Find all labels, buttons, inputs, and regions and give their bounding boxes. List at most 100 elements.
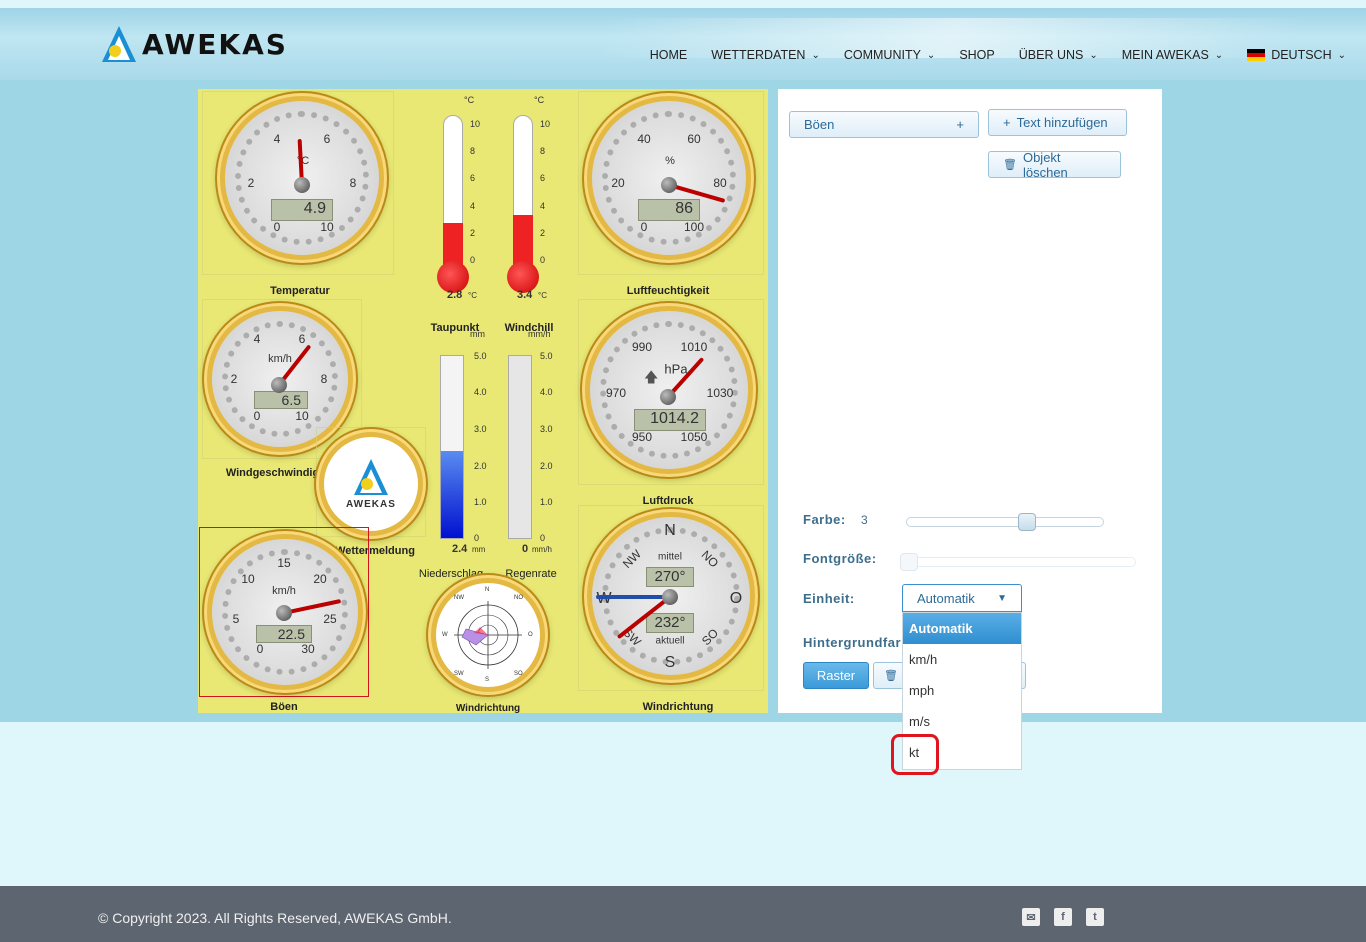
wettermeldung-widget[interactable]: AWEKAS (324, 437, 418, 531)
compass-label: N (485, 587, 490, 593)
rain-tube (508, 355, 532, 539)
temperatur-gauge[interactable]: 4 6 2 8 0 10 °C 4.9 (225, 101, 379, 255)
delete-object-label: Objekt löschen (1022, 149, 1068, 180)
einheit-option-kmh[interactable]: km/h (903, 644, 1021, 675)
nav-label: DEUTSCH (1271, 48, 1332, 62)
windrose-label: Windrichtung (455, 703, 521, 714)
boeen-gauge[interactable]: 15 10 20 5 25 0 30 km/h 22.5 (212, 539, 358, 685)
nav-wetterdaten[interactable]: WETTERDATEN ⌄ (699, 48, 832, 62)
windrose-widget[interactable]: N NO O SO S SW W NW (436, 583, 540, 687)
scale-label: 10 (320, 220, 334, 234)
mail-icon[interactable]: ✉ (1022, 908, 1040, 926)
scale-label: 970 (605, 386, 627, 400)
regenrate-gauge[interactable]: mm/h 5.0 4.0 3.0 2.0 1.0 0 0 mm/h (502, 329, 566, 555)
scale-label: 2.0 (474, 461, 487, 471)
german-flag-icon (1247, 49, 1266, 61)
slider-handle[interactable] (1018, 513, 1036, 531)
trash-icon: 🗑 (884, 670, 898, 682)
gauge-hub (660, 389, 676, 405)
gauge-unit: km/h (268, 353, 292, 365)
add-text-button[interactable]: + Text hinzufügen (988, 109, 1127, 136)
farbe-slider[interactable] (906, 513, 1104, 531)
compass-label: N (664, 522, 676, 539)
windchill-value: 3.4 (517, 289, 533, 301)
logo-text: AWEKAS (346, 499, 396, 510)
scale-label: 10 (540, 119, 551, 129)
windchill-thermometer[interactable]: °C 10 8 6 4 2 0 3.4 °C (500, 95, 560, 315)
nav-label: SHOP (959, 48, 995, 62)
scale-label: 0 (540, 533, 546, 543)
luftdruck-gauge[interactable]: 990 1010 970 1030 950 1050 hPa 🡅 1014.2 (590, 311, 748, 469)
gauge-hub (662, 589, 678, 605)
compass-label: SO (514, 671, 523, 677)
option-label: m/s (909, 714, 930, 729)
fontgroesse-slider[interactable] (900, 553, 1136, 571)
temperatur-value: 4.9 (271, 199, 333, 221)
scale-label: 3.0 (474, 424, 487, 434)
scale-label: 6 (323, 132, 331, 146)
mean-direction-value: 270° (646, 567, 694, 587)
einheit-option-automatik[interactable]: Automatik (903, 613, 1021, 644)
rain-unit: mm/h (528, 329, 551, 339)
raster-label: Raster (816, 668, 856, 683)
scale-label: 0 (470, 255, 476, 265)
scale-label: 6 (298, 332, 306, 346)
add-text-label: Text hinzufügen (1016, 115, 1108, 130)
slider-handle[interactable] (900, 553, 918, 571)
nav-ueber-uns[interactable]: ÜBER UNS ⌄ (1007, 48, 1110, 62)
luftdruck-value: 1014.2 (634, 409, 706, 431)
scale-label: 0 (640, 220, 648, 234)
facebook-icon[interactable]: f (1054, 908, 1072, 926)
scale-label: 4 (470, 201, 476, 211)
site-footer: © Copyright 2023. All Rights Reserved, A… (0, 886, 1366, 942)
einheit-option-mph[interactable]: mph (903, 675, 1021, 706)
raster-button[interactable]: Raster (803, 662, 869, 689)
nav-home[interactable]: HOME (638, 48, 700, 62)
scale-label: 950 (631, 430, 653, 444)
element-select[interactable]: Böen + (789, 111, 979, 138)
awekas-logo[interactable]: AWEKAS (100, 24, 288, 64)
scale-label: 1050 (680, 430, 708, 444)
einheit-label: Einheit: (803, 591, 855, 606)
nav-mein-awekas[interactable]: MEIN AWEKAS ⌄ (1110, 48, 1235, 62)
nav-language[interactable]: DEUTSCH ⌄ (1235, 48, 1358, 62)
scale-label: 1.0 (474, 497, 487, 507)
scale-label: 2 (247, 176, 255, 190)
scale-label: 100 (683, 220, 705, 234)
scale-label: 30 (301, 642, 315, 656)
caret-down-icon: ▼ (997, 592, 1007, 604)
scale-label: 1.0 (540, 497, 553, 507)
niederschlag-gauge[interactable]: mm 5.0 4.0 3.0 2.0 1.0 0 2.4 mm (434, 329, 494, 555)
einheit-option-ms[interactable]: m/s (903, 706, 1021, 737)
luftfeuchtigkeit-label: Luftfeuchtigkeit (626, 285, 710, 297)
compass-label: O (528, 632, 533, 638)
scale-label: 15 (277, 556, 291, 570)
taupunkt-thermometer[interactable]: °C 10 8 6 4 2 0 2.8 °C (430, 95, 490, 315)
option-label: km/h (909, 652, 938, 667)
scale-label: 2 (470, 228, 476, 238)
scale-label: 8 (470, 146, 476, 156)
scale-label: 8 (320, 372, 328, 386)
scale-label: 0 (273, 220, 281, 234)
mean-label: mittel (658, 551, 682, 563)
delete-object-button[interactable]: 🗑 Objekt löschen (988, 149, 1121, 180)
einheit-select[interactable]: Automatik ▼ (902, 584, 1022, 612)
rain-unit: mm (470, 329, 485, 339)
compass-label: W (442, 632, 448, 638)
nav-shop[interactable]: SHOP (947, 48, 1006, 62)
gauge-hub (276, 605, 292, 621)
scale-label: 4.0 (540, 387, 553, 397)
luftfeuchtigkeit-value: 86 (638, 199, 700, 221)
chevron-down-icon: ⌄ (1214, 49, 1224, 61)
windrichtung-gauge[interactable]: N NO O SO S SW W NW mittel 270° 232° akt… (592, 517, 750, 675)
scale-label: 2 (540, 228, 546, 238)
farbe-label: Farbe: (803, 512, 846, 527)
nav-label: COMMUNITY (843, 48, 921, 62)
einheit-selected-value: Automatik (917, 590, 975, 606)
main-nav: HOME WETTERDATEN ⌄ COMMUNITY ⌄ SHOP ÜBER U… (638, 48, 1358, 62)
scale-label: 20 (611, 176, 625, 190)
nav-community[interactable]: COMMUNITY ⌄ (832, 48, 947, 62)
niederschlag-label: Niederschlag (418, 568, 484, 580)
luftfeuchtigkeit-gauge[interactable]: 40 60 20 80 0 100 % 86 (592, 101, 746, 255)
twitter-icon[interactable]: t (1086, 908, 1104, 926)
